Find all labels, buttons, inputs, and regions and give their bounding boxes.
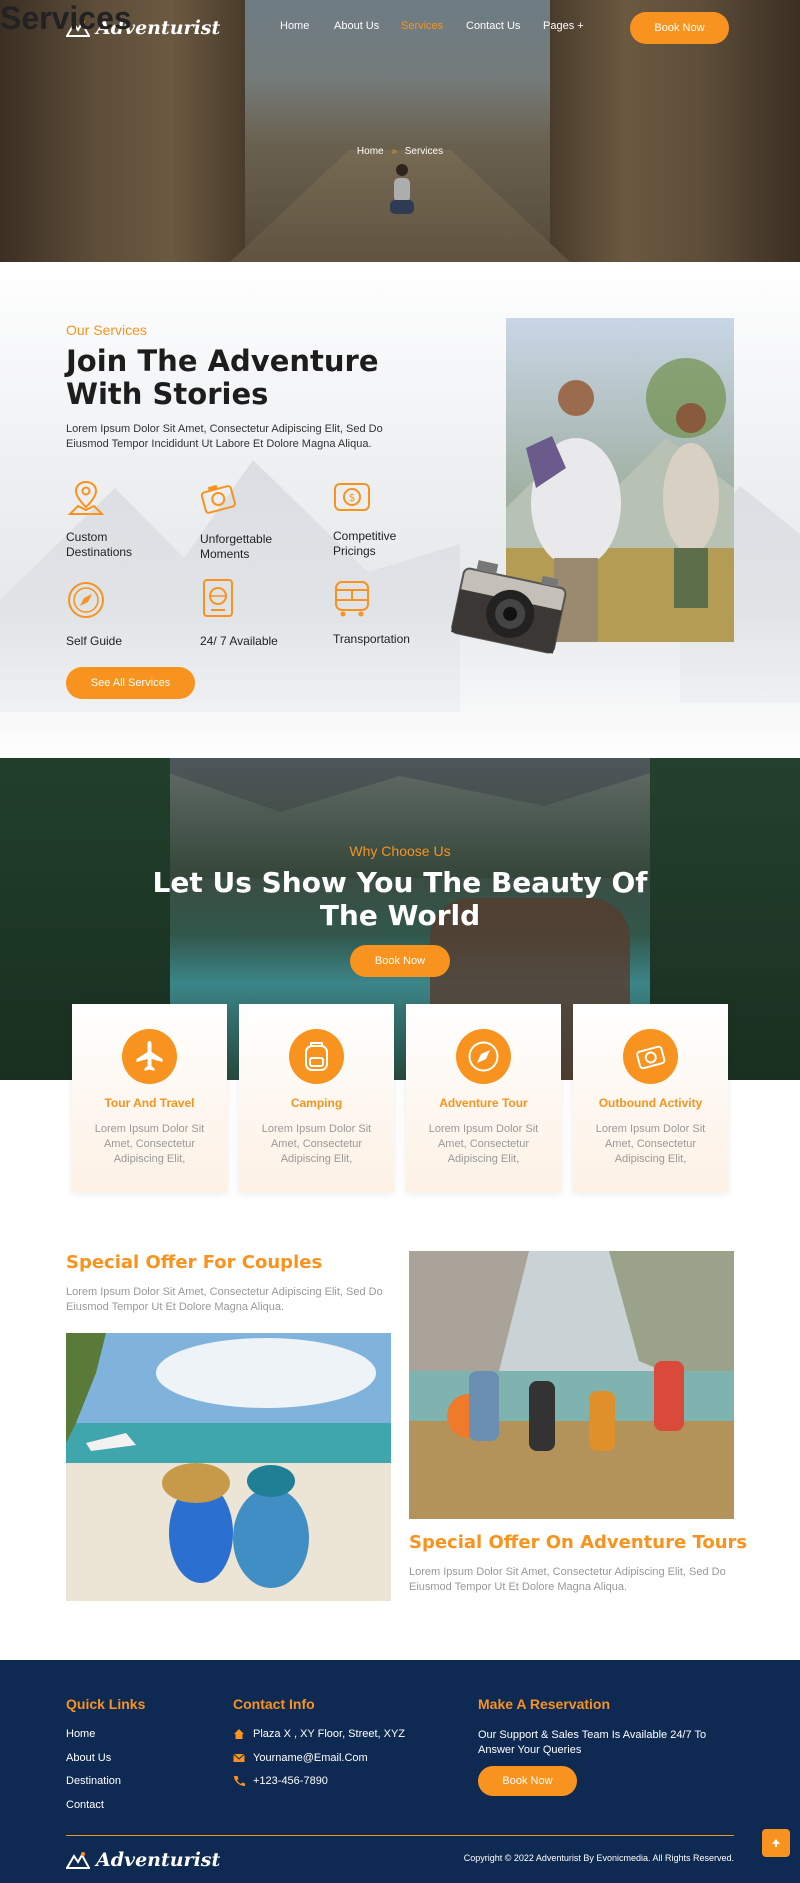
adventure-group-photo	[409, 1251, 734, 1519]
feature-unforgettable-moments: Unforgettable Moments	[200, 532, 273, 561]
services-description: Lorem Ipsum Dolor Sit Amet, Consectetur …	[66, 423, 383, 450]
why-title: Let Us Show You The Beauty Of The World	[152, 866, 648, 932]
card-title: Tour And Travel	[104, 1096, 195, 1110]
card-description: Lorem Ipsum Dolor Sit Amet, Consectetur …	[595, 1123, 706, 1165]
footer-link-home[interactable]: Home	[66, 1728, 95, 1740]
svg-text:$: $	[349, 491, 356, 504]
footer-logo-text: Adventurist	[96, 1849, 221, 1871]
footer-reservation-description: Our Support & Sales Team Is Available 24…	[478, 1729, 707, 1756]
scroll-to-top-button[interactable]	[762, 1829, 790, 1857]
see-all-services-button[interactable]: See All Services	[66, 667, 195, 699]
vintage-camera-icon	[451, 560, 567, 654]
envelope-icon	[233, 1753, 245, 1762]
nav-home[interactable]: Home	[280, 20, 309, 32]
breadcrumb: Home » Services	[0, 146, 800, 157]
service-card-camping[interactable]: Camping Lorem Ipsum Dolor Sit Amet, Cons…	[239, 1004, 394, 1192]
couples-offer-title[interactable]: Special Offer For Couples	[66, 1252, 322, 1273]
beach-couple-photo	[66, 1333, 391, 1601]
backpack-icon	[305, 1042, 328, 1071]
services-title: Join The Adventure With Stories	[66, 344, 379, 411]
footer-quick-links-title: Quick Links	[66, 1696, 146, 1712]
service-card-adventure-tour[interactable]: Adventure Tour Lorem Ipsum Dolor Sit Ame…	[406, 1004, 561, 1192]
camera-icon	[200, 484, 236, 514]
card-description: Lorem Ipsum Dolor Sit Amet, Consectetur …	[261, 1123, 372, 1165]
services-eyebrow: Our Services	[66, 322, 147, 338]
feature-self-guide: Self Guide	[66, 634, 123, 648]
footer-link-contact[interactable]: Contact	[66, 1799, 104, 1811]
nav-about-us[interactable]: About Us	[334, 20, 379, 32]
footer-reservation-title: Make A Reservation	[478, 1696, 611, 1712]
price-tag-icon: $	[334, 483, 370, 511]
map-location-icon	[67, 480, 105, 515]
why-book-now-button[interactable]: Book Now	[350, 945, 450, 977]
footer-logo[interactable]: Adventurist	[66, 1849, 220, 1871]
card-description: Lorem Ipsum Dolor Sit Amet, Consectetur …	[94, 1123, 205, 1165]
feature-transportation: Transportation	[333, 632, 410, 646]
feature-custom-destinations: Custom Destinations	[66, 530, 133, 559]
breadcrumb-home[interactable]: Home	[357, 146, 384, 157]
tours-offer-title[interactable]: Special Offer On Adventure Tours	[409, 1532, 747, 1553]
card-title: Camping	[290, 1096, 343, 1110]
nav-contact-us[interactable]: Contact Us	[466, 20, 520, 32]
nav-services[interactable]: Services	[401, 20, 443, 32]
airplane-icon	[136, 1041, 163, 1071]
couples-offer-description: Lorem Ipsum Dolor Sit Amet, Consectetur …	[66, 1286, 383, 1313]
breadcrumb-current: Services	[404, 146, 444, 157]
nav-pages[interactable]: Pages +	[543, 20, 584, 32]
home-icon	[234, 1729, 244, 1739]
footer-email[interactable]: Yourname@Email.Com	[253, 1752, 368, 1764]
phone-icon	[234, 1776, 245, 1786]
feature-24-7-available: 24/ 7 Available	[200, 634, 278, 648]
header-book-now-button[interactable]: Book Now	[630, 12, 729, 44]
footer-book-now-button[interactable]: Book Now	[478, 1766, 577, 1796]
breadcrumb-separator: »	[391, 146, 397, 157]
service-card-outbound-activity[interactable]: Outbound Activity Lorem Ipsum Dolor Sit …	[573, 1004, 728, 1192]
footer-link-about-us[interactable]: About Us	[66, 1752, 111, 1764]
footer-address: Plaza X , XY Floor, Street, XYZ	[253, 1728, 406, 1740]
footer-link-destination[interactable]: Destination	[66, 1775, 121, 1787]
card-title: Outbound Activity	[598, 1096, 703, 1110]
service-card-tour-and-travel[interactable]: Tour And Travel Lorem Ipsum Dolor Sit Am…	[72, 1004, 227, 1192]
compass-icon	[68, 582, 104, 618]
mountain-logo-icon	[66, 1852, 90, 1869]
tours-offer-description: Lorem Ipsum Dolor Sit Amet, Consectetur …	[409, 1566, 726, 1593]
page-title: Services	[0, 0, 132, 36]
footer-divider	[66, 1835, 734, 1836]
camera-icon	[636, 1045, 666, 1070]
arrow-up-icon	[772, 1839, 780, 1847]
footer-contact-title: Contact Info	[233, 1696, 315, 1712]
footer-phone[interactable]: +123-456-7890	[253, 1775, 328, 1787]
copyright-text: Copyright © 2022 Adventurist By Evonicme…	[463, 1853, 734, 1863]
passport-icon	[203, 579, 233, 617]
feature-competitive-pricings: Competitive Pricings	[333, 529, 397, 558]
card-title: Adventure Tour	[439, 1096, 528, 1110]
bus-icon	[335, 581, 369, 617]
compass-icon	[468, 1041, 499, 1072]
card-description: Lorem Ipsum Dolor Sit Amet, Consectetur …	[428, 1123, 539, 1165]
why-eyebrow: Why Choose Us	[349, 843, 451, 859]
